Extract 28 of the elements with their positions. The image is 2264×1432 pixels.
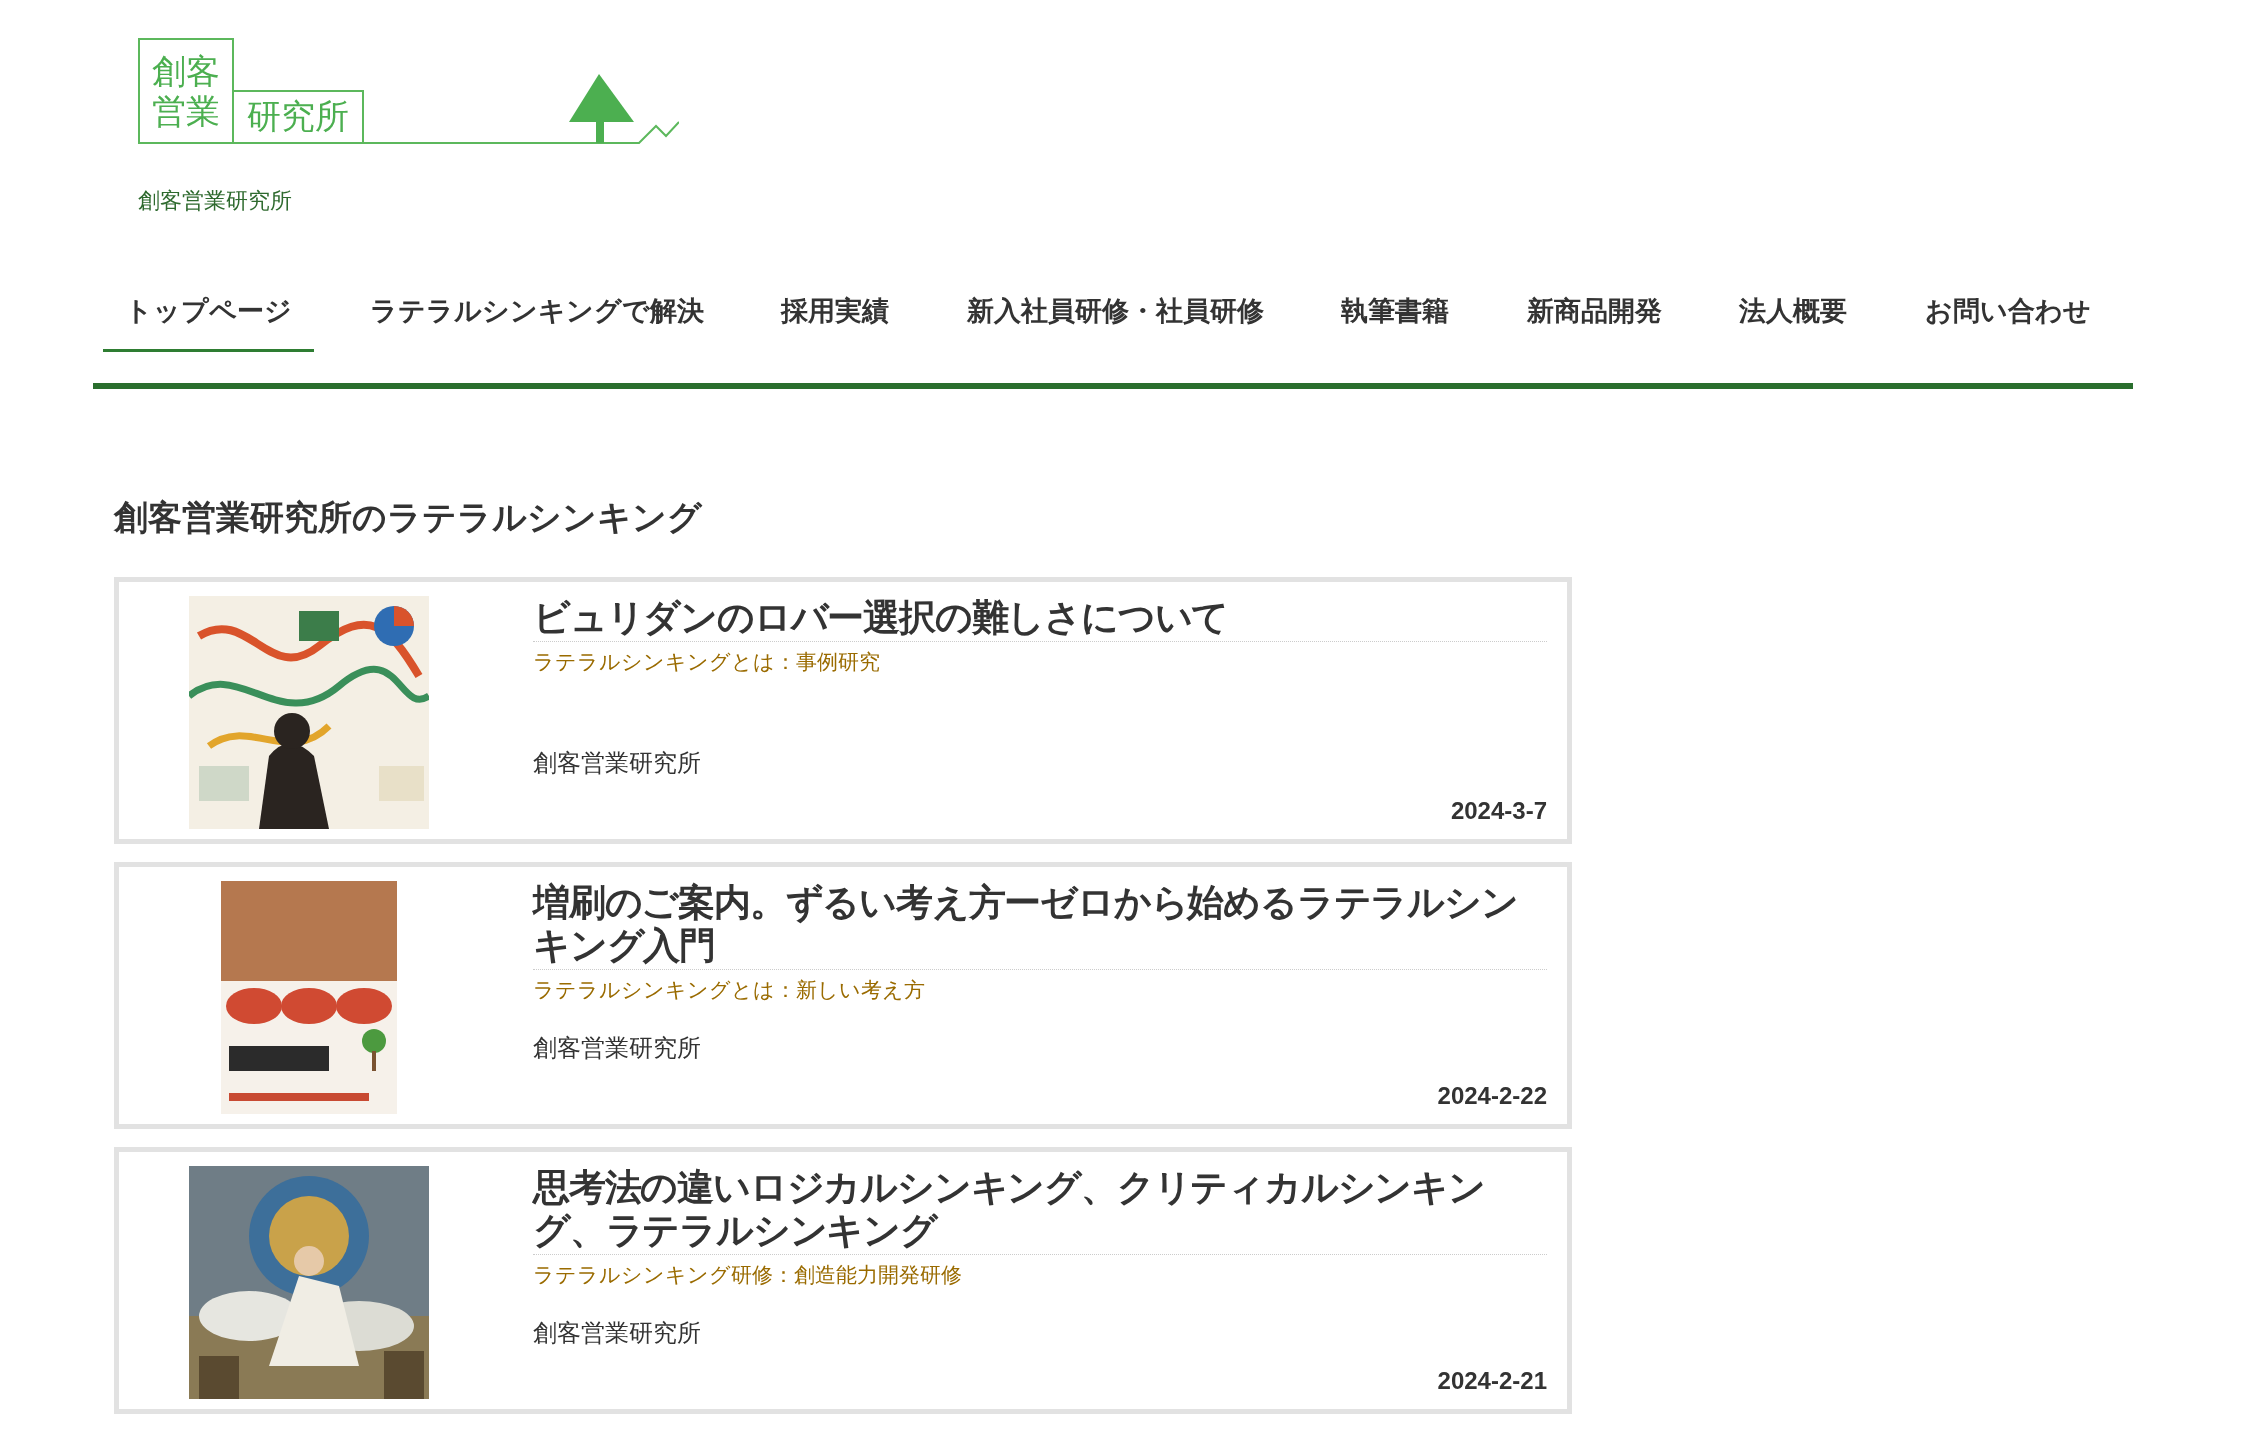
post-card[interactable]: ビュリダンのロバー選択の難しさについて ラテラルシンキングとは：事例研究 創客営業研究所 2024-3-7 bbox=[114, 577, 1572, 844]
post-author: 創客営業研究所 bbox=[533, 1318, 701, 1348]
section-heading: 創客営業研究所のラテラルシンキング bbox=[114, 497, 704, 538]
nav-tab[interactable]: 法人概要 bbox=[1717, 275, 1870, 352]
post-title[interactable]: 増刷のご案内。ずるい考え方ーゼロから始めるラテラルシンキング入門 bbox=[533, 881, 1547, 970]
post-title[interactable]: ビュリダンのロバー選択の難しさについて bbox=[533, 596, 1547, 642]
nav-tab[interactable]: お問い合わせ bbox=[1902, 275, 2113, 352]
post-category[interactable]: ラテラルシンキングとは：事例研究 bbox=[533, 648, 880, 676]
post-category[interactable]: ラテラルシンキング研修：創造能力開発研修 bbox=[533, 1261, 962, 1289]
nav-tab[interactable]: 新商品開発 bbox=[1504, 275, 1684, 352]
post-date: 2024-2-22 bbox=[1437, 1082, 1547, 1110]
post-title[interactable]: 思考法の違いロジカルシンキング、クリティカルシンキング、ラテラルシンキング bbox=[533, 1166, 1547, 1255]
nav-tab[interactable]: 執筆書籍 bbox=[1319, 275, 1472, 352]
nav-tab[interactable]: 新入社員研修・社員研修 bbox=[944, 275, 1286, 352]
nav-tab[interactable]: ラテラルシンキングで解決 bbox=[347, 275, 726, 352]
post-card[interactable]: 思考法の違いロジカルシンキング、クリティカルシンキング、ラテラルシンキング ラテラルシンキング研修：創造能力開発研修 創客営業研究所 2024-2-21 bbox=[114, 1147, 1572, 1414]
post-author: 創客営業研究所 bbox=[533, 748, 701, 778]
site-name: 創客営業研究所 bbox=[138, 187, 293, 215]
post-date: 2024-2-21 bbox=[1437, 1367, 1547, 1395]
post-category[interactable]: ラテラルシンキングとは：新しい考え方 bbox=[533, 976, 925, 1004]
post-date: 2024-3-7 bbox=[1450, 797, 1547, 825]
nav-tab[interactable]: 採用実績 bbox=[759, 275, 912, 352]
post-card[interactable]: 増刷のご案内。ずるい考え方ーゼロから始めるラテラルシンキング入門 ラテラルシンキングとは：新しい考え方 創客営業研究所 2024-2-22 bbox=[114, 862, 1572, 1129]
nav-tab[interactable]: トップページ bbox=[103, 275, 314, 352]
logo-text: 研究所 bbox=[234, 90, 364, 144]
logo-text: 創客 bbox=[152, 51, 220, 91]
post-author: 創客営業研究所 bbox=[533, 1033, 701, 1063]
logo-text: 営業 bbox=[152, 91, 220, 131]
